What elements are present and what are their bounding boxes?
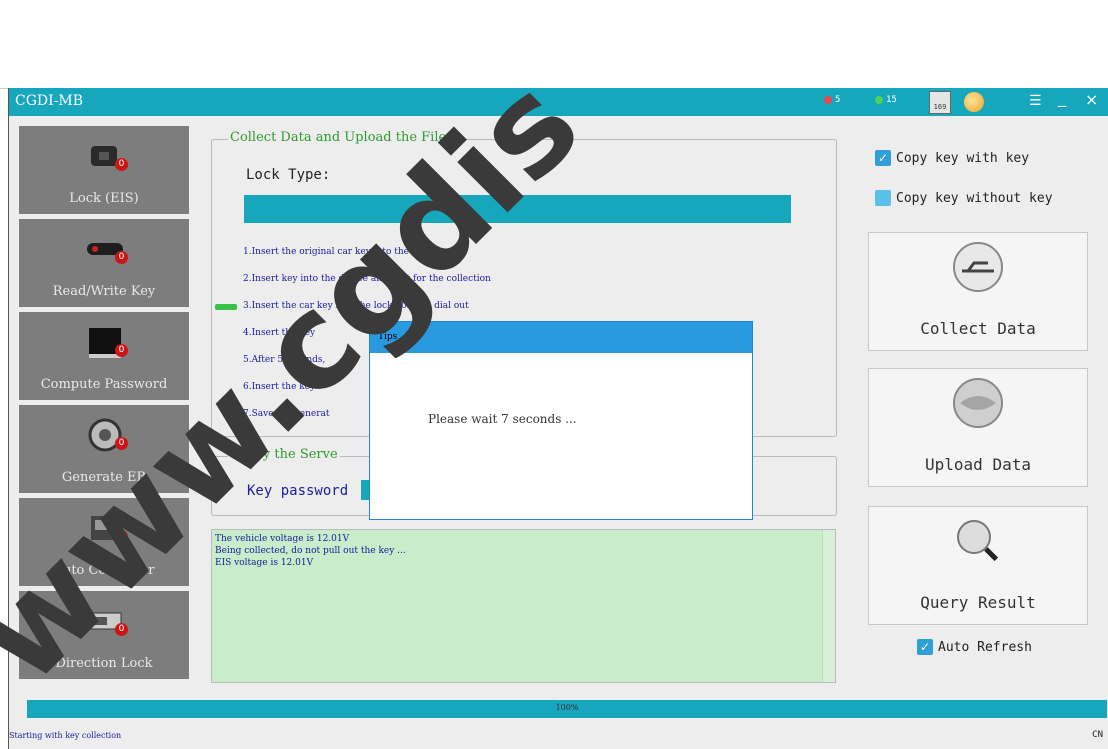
sidebar-item-label: Direction Lock <box>55 656 153 671</box>
log-line: The vehicle voltage is 12.01V <box>215 534 350 544</box>
step-2: 2.Insert key into the device and wait fo… <box>243 274 491 284</box>
copy-without-key-label: Copy key without key <box>896 190 1053 206</box>
log-panel: The vehicle voltage is 12.01V Being coll… <box>211 529 836 683</box>
checkmark-icon: ✓ <box>917 639 933 655</box>
log-scrollbar[interactable] <box>822 530 835 682</box>
badge: 0 <box>115 251 128 264</box>
current-step-arrow-icon <box>215 304 237 310</box>
badge: 0 <box>115 437 128 450</box>
status-bar: Starting with key collection CN <box>9 724 1108 749</box>
progress-bar: 100% <box>27 700 1107 718</box>
dialog-title: Tips <box>378 332 398 342</box>
sidebar-item-generate-eb[interactable]: 0 Generate EB <box>19 405 189 493</box>
sidebar-item-label: Lock (EIS) <box>69 191 139 206</box>
lock-type-value <box>244 195 791 223</box>
step-3: 3.Insert the car key into the lock 10s a… <box>243 301 469 311</box>
green-stat-count: 15 <box>886 95 897 105</box>
collect-data-legend: Collect Data and Upload the File <box>228 130 449 145</box>
sidebar-item-auto-computer[interactable]: 0 Auto Computer <box>19 498 189 586</box>
upload-data-label: Upload Data <box>925 455 1031 474</box>
badge: 0 <box>115 158 128 171</box>
user-avatar[interactable] <box>964 92 984 112</box>
lock-type-label: Lock Type: <box>246 167 331 183</box>
checkbox-empty-icon <box>875 190 891 206</box>
green-stat: 15 <box>875 95 897 105</box>
sidebar-item-direction-lock[interactable]: 0 Direction Lock <box>19 591 189 679</box>
app-title: CGDI-MB <box>15 93 84 109</box>
dialog-message: Please wait 7 seconds ... <box>428 412 577 426</box>
step-7: 7.Save the generat <box>243 409 330 419</box>
calendar-date: 169 <box>933 103 947 111</box>
minimize-button[interactable]: _ <box>1058 88 1066 107</box>
checkmark-icon: ✓ <box>875 150 891 166</box>
calendar-icon[interactable]: 169 <box>929 91 951 114</box>
collect-data-label: Collect Data <box>920 319 1036 338</box>
query-result-button[interactable]: Query Result <box>868 506 1088 625</box>
green-heart-icon <box>875 96 883 104</box>
badge: 0 <box>115 344 128 357</box>
tips-dialog: Tips Please wait 7 seconds ... <box>369 321 753 520</box>
collect-data-button[interactable]: Collect Data <box>868 232 1088 351</box>
sidebar-item-label: Auto Computer <box>53 563 155 578</box>
copy-with-key-checkbox[interactable]: ✓ Copy key with key <box>875 150 1029 166</box>
magnifier-globe-icon <box>957 520 1002 565</box>
blank-top-area <box>0 0 1108 89</box>
badge: 0 <box>115 623 128 636</box>
menu-icon[interactable]: ☰ <box>1029 93 1042 109</box>
red-stat: 5 <box>824 95 840 105</box>
globe-icon <box>953 378 1003 428</box>
sidebar-item-label: Compute Password <box>40 377 168 392</box>
badge: 0 <box>115 530 128 543</box>
sidebar-item-label: Read/Write Key <box>52 284 156 299</box>
red-stat-count: 5 <box>835 95 841 105</box>
step-5: 5.After 5 seconds, <box>243 355 326 365</box>
query-server-legend: Query the Serve <box>228 447 340 462</box>
copy-with-key-label: Copy key with key <box>896 150 1030 166</box>
auto-refresh-checkbox[interactable]: ✓ Auto Refresh <box>917 639 1032 655</box>
key-password-label: Key password <box>247 483 349 499</box>
step-6: 6.Insert the key <box>243 382 316 392</box>
log-line: EIS voltage is 12.01V <box>215 558 314 568</box>
progress-text: 100% <box>555 703 579 712</box>
step-4: 4.Insert the key <box>243 328 316 338</box>
sidebar-item-lock-eis[interactable]: 0 Lock (EIS) <box>19 126 189 214</box>
close-button[interactable]: × <box>1085 90 1098 109</box>
language-indicator[interactable]: CN <box>1092 730 1103 740</box>
step-1: 1.Insert the original car key into the l… <box>243 247 431 257</box>
upload-data-button[interactable]: Upload Data <box>868 368 1088 487</box>
sidebar-item-compute-password[interactable]: 0 Compute Password <box>19 312 189 400</box>
auto-refresh-label: Auto Refresh <box>938 639 1032 655</box>
status-text: Starting with key collection <box>9 731 122 740</box>
query-result-label: Query Result <box>920 593 1036 612</box>
usb-icon <box>953 242 1003 292</box>
sidebar-item-read-write-key[interactable]: 0 Read/Write Key <box>19 219 189 307</box>
copy-without-key-checkbox[interactable]: Copy key without key <box>875 190 1053 206</box>
red-heart-icon <box>824 96 832 104</box>
log-line: Being collected, do not pull out the key… <box>215 546 406 556</box>
dialog-title-bar[interactable]: Tips <box>370 322 752 353</box>
sidebar-item-label: Generate EB <box>61 470 147 485</box>
title-bar: CGDI-MB 5 15 169 ☰ _ × <box>9 88 1108 116</box>
